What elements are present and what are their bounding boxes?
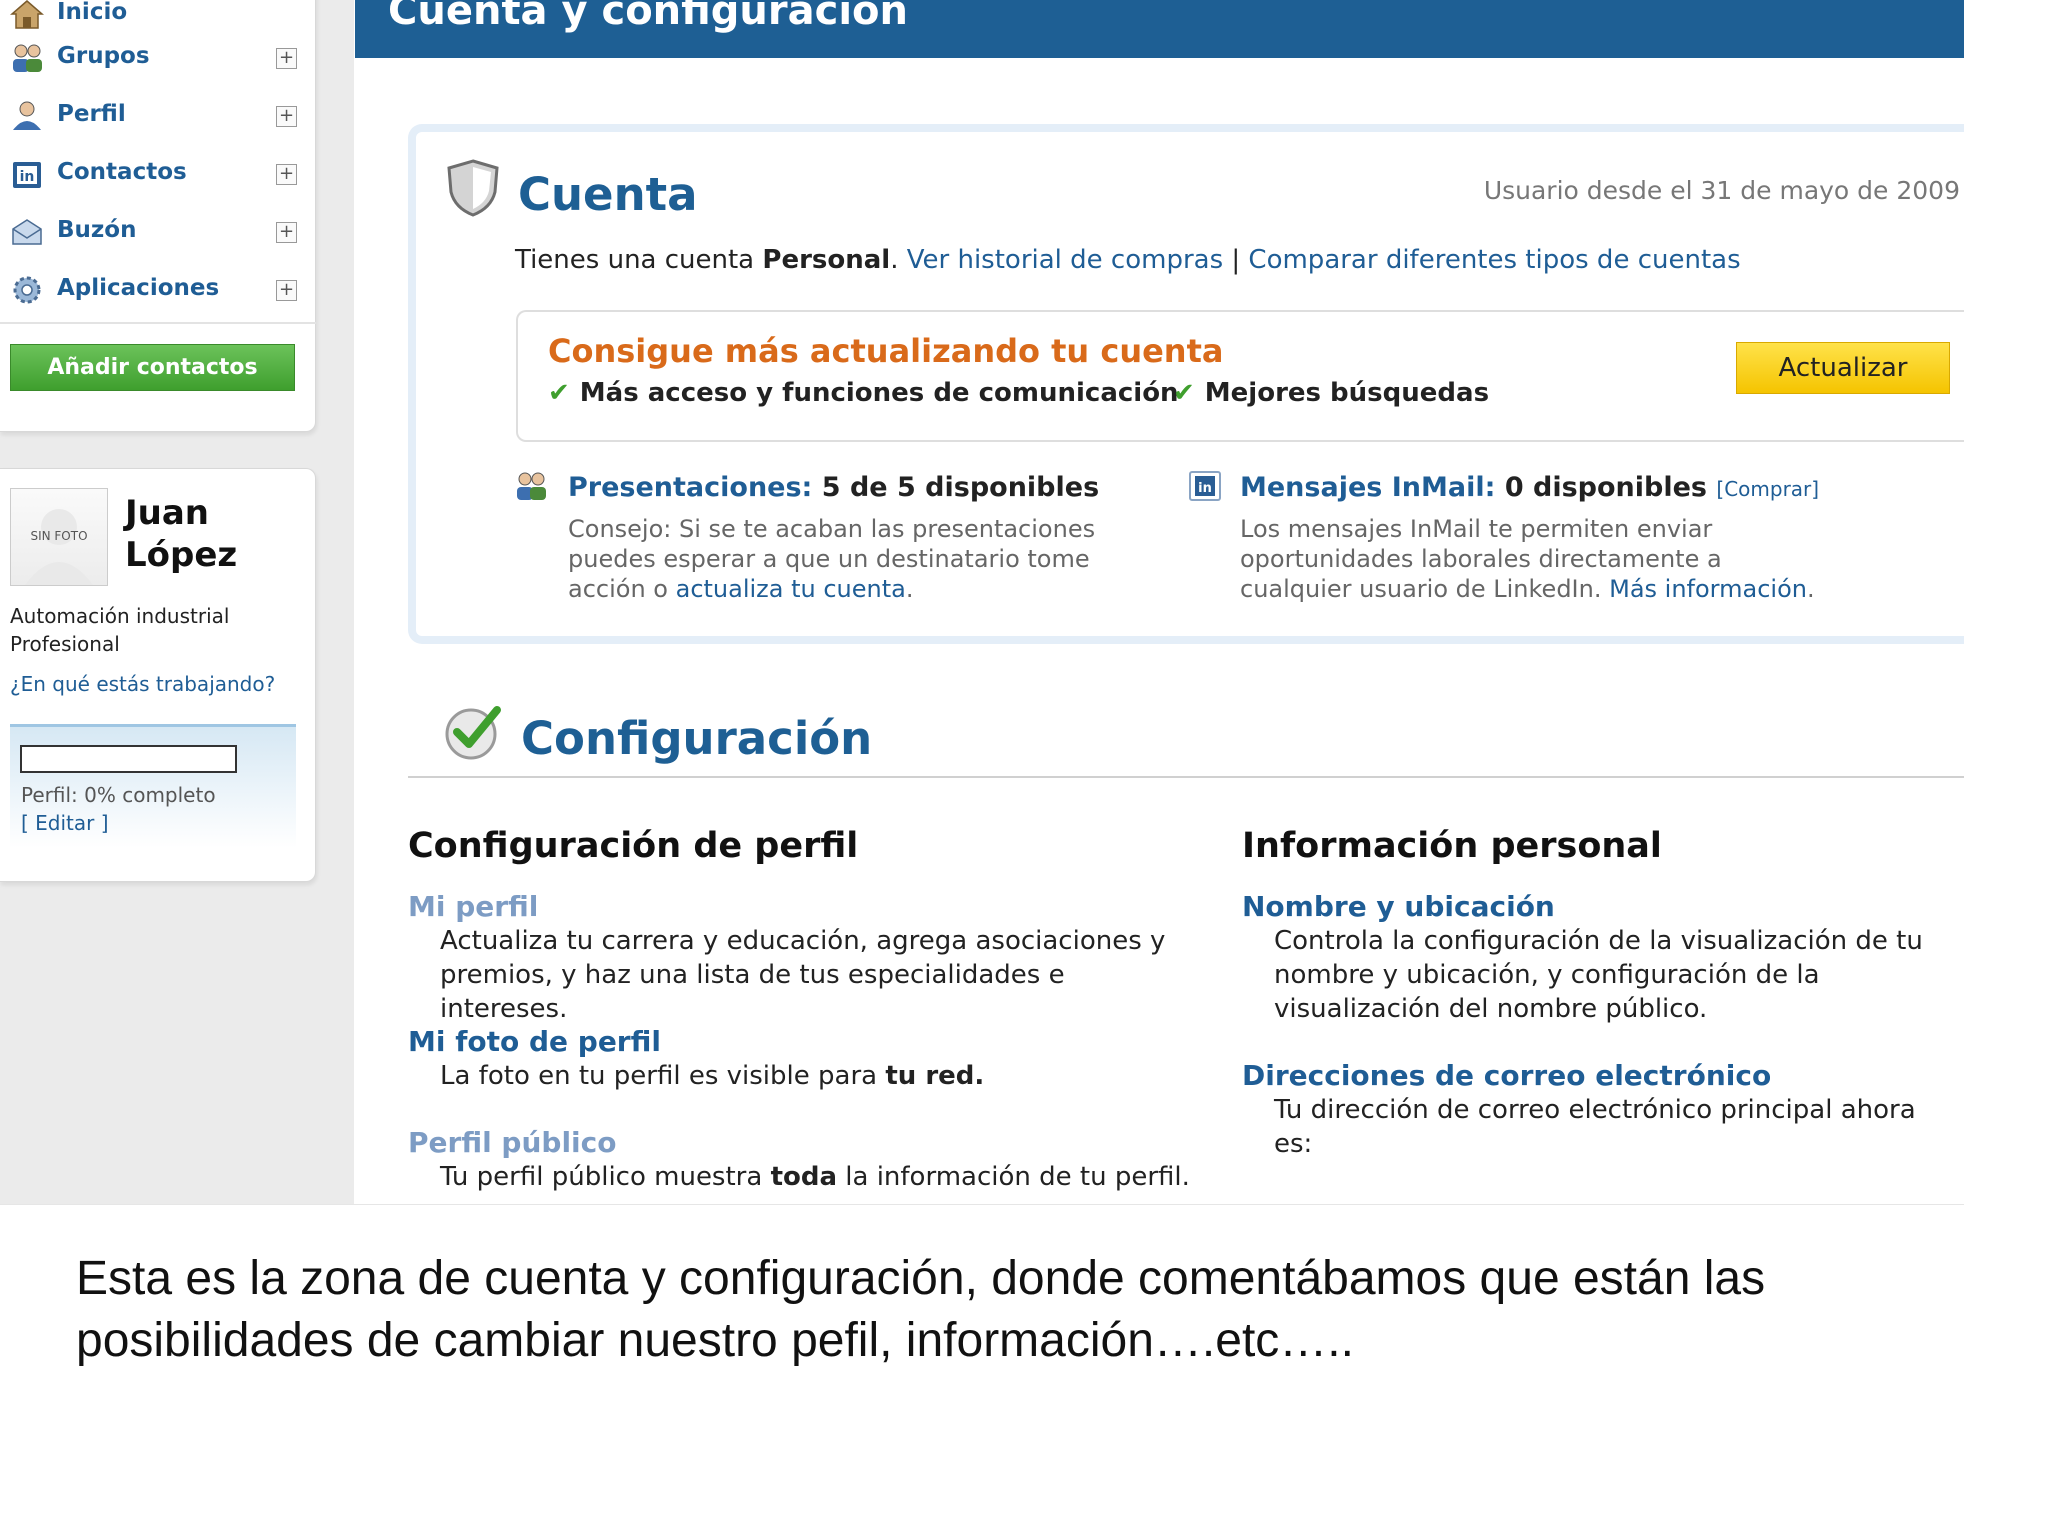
page-header: Cuenta y configuración (355, 0, 1964, 58)
expand-plus-icon[interactable]: + (276, 106, 297, 127)
sidebar-item-label: Aplicaciones (57, 275, 220, 301)
sidebar-item-buzon[interactable]: Buzón + (0, 203, 316, 261)
account-prefix: Tienes una cuenta (515, 245, 763, 275)
add-contacts-button[interactable]: Añadir contactos (10, 344, 295, 391)
name-location-description: Controla la configuración de la visualiz… (1274, 926, 1923, 1024)
buy-inmail-link[interactable]: [Comprar] (1716, 477, 1819, 501)
introductions-title: Presentaciones: 5 de 5 disponibles (568, 472, 1099, 503)
desc-text: la información de tu perfil. (837, 1162, 1190, 1192)
sidebar-item-grupos[interactable]: Grupos + (0, 29, 316, 87)
inmail-title: Mensajes InMail: 0 disponibles [Comprar] (1240, 472, 1819, 503)
desc-bold: tu red. (885, 1061, 985, 1091)
benefit-label: Mejores búsquedas (1204, 378, 1490, 408)
introductions-value: 5 de 5 disponibles (821, 472, 1100, 503)
email-addresses-link[interactable]: Direcciones de correo electrónico (1242, 1059, 1771, 1092)
personal-info-heading: Información personal (1242, 826, 1662, 866)
avatar[interactable]: SIN FOTO (10, 488, 108, 586)
page-title: Cuenta y configuración (388, 0, 908, 34)
photo-label: SIN FOTO (30, 529, 88, 543)
expand-plus-icon[interactable]: + (276, 222, 297, 243)
profile-headline: Automación industrial Profesional (10, 602, 229, 658)
my-profile-link[interactable]: Mi perfil (408, 890, 538, 923)
sidebar-item-perfil[interactable]: Perfil + (0, 87, 316, 145)
benefit-item: ✔ Mejores búsquedas (1173, 378, 1489, 408)
profile-photo-description: La foto en tu perfil es visible para tu … (440, 1059, 1200, 1093)
checkmark-settings-icon (445, 706, 501, 760)
separator: | (1223, 245, 1249, 275)
profile-photo-link[interactable]: Mi foto de perfil (408, 1025, 661, 1058)
profile-icon (13, 101, 41, 130)
my-profile-description: Actualiza tu carrera y educación, agrega… (440, 926, 1166, 1024)
upgrade-title: Consigue más actualizando tu cuenta (548, 332, 1224, 370)
tip-end: . (905, 575, 914, 603)
applications-icon (13, 276, 41, 304)
inmail-icon: in (1189, 471, 1221, 501)
home-icon (10, 0, 44, 29)
sidebar-item-label: Grupos (57, 43, 150, 69)
benefit-item: ✔ Más acceso y funciones de comunicación (548, 378, 1179, 408)
upgrade-button[interactable]: Actualizar (1736, 342, 1950, 394)
account-title: Cuenta (518, 168, 698, 221)
svg-text:in: in (1198, 481, 1212, 496)
settings-title: Configuración (521, 712, 873, 765)
inbox-icon (12, 219, 42, 245)
public-profile-link[interactable]: Perfil público (408, 1126, 616, 1159)
email-addresses-description: Tu dirección de correo electrónico princ… (1274, 1095, 1916, 1159)
inmail-end: . (1806, 575, 1815, 603)
profile-progress-bar (20, 745, 237, 773)
sidebar-item-label: Perfil (57, 101, 126, 127)
shield-icon (447, 159, 499, 217)
status-update-link[interactable]: ¿En qué estás trabajando? (10, 672, 275, 696)
inmail-value: 0 disponibles (1504, 472, 1707, 503)
divider (0, 322, 316, 324)
more-info-link[interactable]: Más información (1609, 575, 1807, 603)
sidebar-item-label: Buzón (57, 217, 137, 243)
account-type-line: Tienes una cuenta Personal. Ver historia… (515, 245, 1741, 275)
check-icon: ✔ (548, 378, 570, 408)
compare-accounts-link[interactable]: Comparar diferentes tipos de cuentas (1248, 245, 1740, 275)
introductions-tip: Consejo: Si se te acaban las presentacio… (568, 514, 1128, 604)
screenshot: Inicio Grupos + Perfil + in Contactos + … (0, 0, 1964, 1205)
sidebar-item-label: Contactos (57, 159, 187, 185)
edit-profile-link[interactable]: [ Editar ] (21, 811, 109, 835)
groups-icon (13, 44, 42, 72)
divider (408, 776, 1964, 778)
account-suffix: . (890, 245, 907, 275)
sidebar-nav-panel: Inicio Grupos + Perfil + in Contactos + … (0, 0, 316, 432)
introductions-label: Presentaciones: (568, 472, 813, 503)
sidebar-item-aplicaciones[interactable]: Aplicaciones + (0, 261, 316, 319)
desc-text: Tu perfil público muestra (440, 1162, 771, 1192)
profile-name[interactable]: Juan López (125, 492, 305, 576)
completeness-text: Perfil: 0% completo (21, 783, 216, 807)
upgrade-account-link[interactable]: actualiza tu cuenta (676, 575, 906, 603)
profile-completeness: Perfil: 0% completo [ Editar ] (10, 724, 296, 848)
check-icon: ✔ (1173, 378, 1195, 408)
sidebar-item-label: Inicio (57, 0, 128, 25)
account-type: Personal (762, 245, 891, 275)
introductions-icon (517, 472, 546, 500)
headline-line: Profesional (10, 632, 120, 656)
inmail-description: Los mensajes InMail te permiten enviar o… (1240, 514, 1820, 604)
sidebar-item-contactos[interactable]: in Contactos + (0, 145, 316, 203)
benefit-label: Más acceso y funciones de comunicación (579, 378, 1179, 408)
slide-caption: Esta es la zona de cuenta y configuració… (76, 1252, 1766, 1367)
contacts-icon: in (13, 162, 41, 188)
expand-plus-icon[interactable]: + (276, 280, 297, 301)
inmail-label: Mensajes InMail: (1240, 472, 1496, 503)
desc-bold: toda (770, 1162, 838, 1192)
name-location-link[interactable]: Nombre y ubicación (1242, 890, 1555, 923)
member-since: Usuario desde el 31 de mayo de 2009 (1483, 176, 1960, 205)
upgrade-promo: Consigue más actualizando tu cuenta ✔ Más… (516, 310, 1964, 442)
headline-line: Automación industrial (10, 604, 230, 628)
svg-text:in: in (20, 169, 35, 185)
expand-plus-icon[interactable]: + (276, 48, 297, 69)
expand-plus-icon[interactable]: + (276, 164, 297, 185)
divider (0, 1204, 1964, 1205)
public-profile-description: Tu perfil público muestra toda la inform… (440, 1160, 1240, 1194)
desc-text: La foto en tu perfil es visible para (440, 1061, 886, 1091)
purchase-history-link[interactable]: Ver historial de compras (907, 245, 1223, 275)
profile-settings-heading: Configuración de perfil (408, 826, 859, 866)
